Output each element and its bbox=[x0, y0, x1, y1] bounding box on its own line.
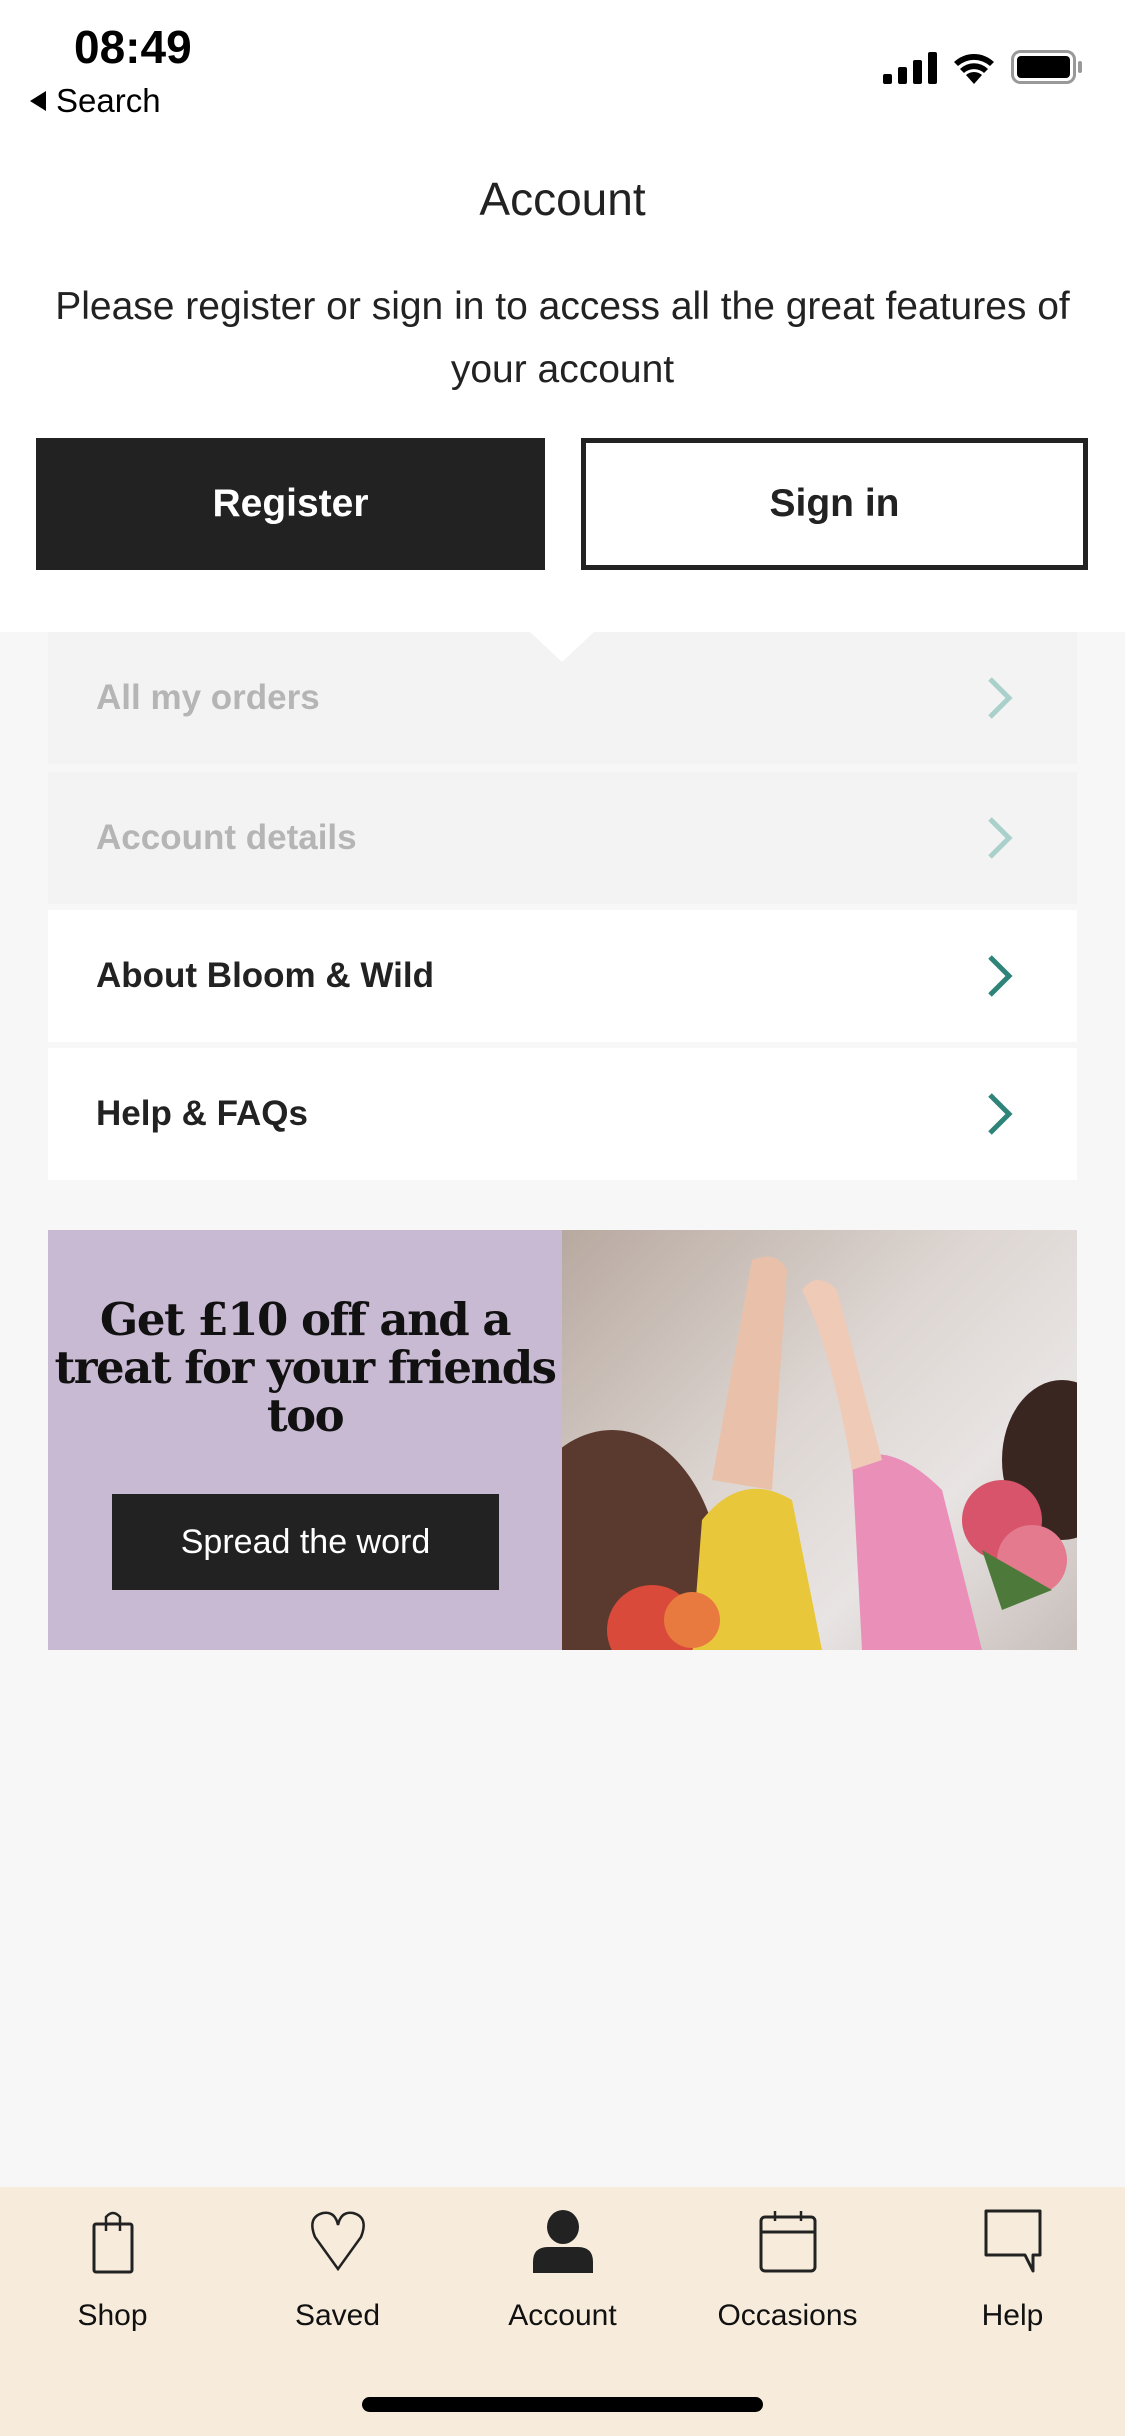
menu-item-label: About Bloom & Wild bbox=[96, 956, 434, 995]
tab-label: Help bbox=[981, 2299, 1044, 2332]
calendar-icon bbox=[759, 2211, 816, 2273]
promo-image-high-five bbox=[562, 1230, 1077, 1650]
person-icon bbox=[532, 2210, 593, 2273]
status-time: 08:49 bbox=[74, 21, 192, 73]
page-title: Account bbox=[479, 173, 646, 225]
spread-the-word-button[interactable]: Spread the word bbox=[112, 1494, 499, 1590]
shopping-bag-icon bbox=[92, 2211, 133, 2274]
tab-label: Occasions bbox=[717, 2299, 858, 2332]
tab-account[interactable]: Account bbox=[450, 2207, 675, 2333]
menu-item-label: All my orders bbox=[96, 678, 320, 717]
tab-saved[interactable]: Saved bbox=[225, 2207, 450, 2333]
menu-item-label: Account details bbox=[96, 818, 357, 857]
tab-label: Saved bbox=[294, 2299, 381, 2332]
promo-headline: Get £10 off and a treat for your friends… bbox=[54, 1293, 557, 1442]
sign-in-button[interactable]: Sign in bbox=[581, 438, 1088, 570]
chevron-right-icon bbox=[988, 677, 1013, 719]
tab-label: Account bbox=[508, 2299, 617, 2332]
tab-shop[interactable]: Shop bbox=[0, 2207, 225, 2333]
tab-label: Shop bbox=[77, 2299, 148, 2332]
signal-icon bbox=[883, 52, 937, 84]
back-label: Search bbox=[56, 82, 161, 119]
account-header: 08:49 Search Account Please register or … bbox=[0, 0, 1125, 632]
promo-panel: Get £10 off and a treat for your friends… bbox=[48, 1230, 562, 1650]
header-pointer bbox=[530, 632, 594, 662]
heart-icon bbox=[310, 2211, 365, 2272]
back-arrow-icon bbox=[30, 91, 46, 111]
menu-item-help-faqs[interactable]: Help & FAQs bbox=[48, 1048, 1077, 1180]
referral-promo: Get £10 off and a treat for your friends… bbox=[48, 1230, 1077, 1650]
chevron-right-icon bbox=[988, 1093, 1013, 1135]
back-to-search[interactable]: Search bbox=[30, 82, 161, 120]
menu-item-about[interactable]: About Bloom & Wild bbox=[48, 910, 1077, 1042]
chat-bubble-icon bbox=[984, 2209, 1041, 2273]
menu-item-account-details[interactable]: Account details bbox=[48, 772, 1077, 904]
chevron-right-icon bbox=[988, 817, 1013, 859]
status-icons bbox=[883, 50, 1083, 84]
tab-occasions[interactable]: Occasions bbox=[675, 2207, 900, 2333]
register-button[interactable]: Register bbox=[36, 438, 545, 570]
tab-help[interactable]: Help bbox=[900, 2207, 1125, 2333]
chevron-right-icon bbox=[988, 955, 1013, 997]
page-description: Please register or sign in to access all… bbox=[55, 285, 1070, 391]
wifi-icon bbox=[954, 54, 994, 84]
battery-icon bbox=[1011, 50, 1082, 84]
menu-item-label: Help & FAQs bbox=[96, 1094, 308, 1133]
home-indicator[interactable] bbox=[362, 2397, 763, 2412]
